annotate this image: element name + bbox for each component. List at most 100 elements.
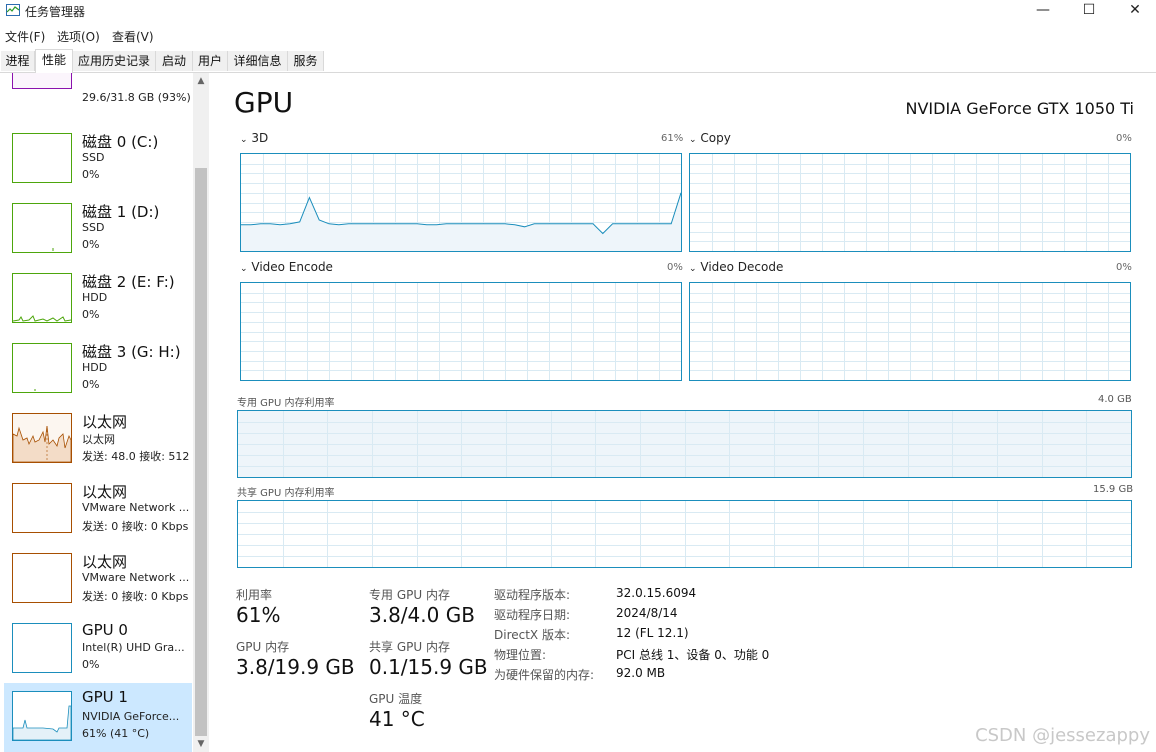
sidebar-scrollbar[interactable]: ▲ ▼ (193, 73, 209, 752)
sidebar-item-title: 磁盘 3 (G: H:) (82, 343, 181, 361)
close-button[interactable]: ✕ (1112, 0, 1156, 22)
chevron-down-icon: ⌄ (240, 135, 248, 145)
shared-memory-stat-label: 共享 GPU 内存 (369, 640, 450, 654)
window-title: 任务管理器 (25, 5, 86, 19)
scroll-up-arrow-icon[interactable]: ▲ (193, 73, 209, 89)
memory-thumbnail (12, 73, 72, 89)
sidebar-item-sub1: 以太网 (82, 433, 115, 446)
sidebar-item-ethernet-0[interactable]: 以太网 以太网 发送: 48.0 接收: 512 (4, 407, 192, 475)
utilization-label: 利用率 (236, 588, 273, 602)
shared-memory-stat-value: 0.1/15.9 GB (369, 655, 488, 679)
sidebar-item-ethernet-2[interactable]: 以太网 VMware Network ... 发送: 0 接收: 0 Kbps (4, 547, 192, 615)
dedicated-memory-label: 专用 GPU 内存利用率 (237, 398, 335, 409)
sidebar-item-sub2: 发送: 48.0 接收: 512 (82, 450, 190, 463)
chevron-down-icon: ⌄ (240, 264, 248, 274)
dedicated-memory-max: 4.0 GB (1098, 394, 1132, 405)
physical-location-label: 物理位置: (494, 648, 547, 662)
directx-version-value: 12 (FL 12.1) (616, 626, 689, 640)
chevron-down-icon: ⌄ (689, 264, 697, 274)
sidebar-item-title: 磁盘 1 (D:) (82, 203, 160, 221)
engine-copy-label[interactable]: ⌄ Copy (689, 131, 731, 145)
sidebar-item-sub2: 61% (41 °C) (82, 727, 150, 740)
sidebar-item-sub2: 0% (82, 238, 100, 251)
ethernet-thumbnail (12, 483, 72, 533)
scroll-thumb[interactable] (195, 168, 207, 736)
driver-version-label: 驱动程序版本: (494, 588, 571, 602)
engine-video-encode-label[interactable]: ⌄ Video Encode (240, 260, 333, 274)
sidebar-item-sub2: 发送: 0 接收: 0 Kbps (82, 590, 189, 603)
driver-date-label: 驱动程序日期: (494, 608, 571, 622)
tab-services[interactable]: 服务 (288, 51, 324, 71)
maximize-button[interactable]: ☐ (1066, 0, 1112, 22)
engine-name: Video Decode (700, 260, 784, 274)
sidebar-item-gpu-1[interactable]: GPU 1 NVIDIA GeForce... 61% (41 °C) (4, 683, 192, 752)
sidebar-item-sub1: 29.6/31.8 GB (93%) (82, 91, 191, 104)
tab-performance[interactable]: 性能 (35, 49, 73, 74)
engine-video-decode-pct: 0% (1116, 262, 1132, 273)
gpu-thumbnail (12, 691, 72, 741)
gpu-memory-value: 3.8/19.9 GB (236, 655, 355, 679)
utilization-value: 61% (236, 603, 281, 627)
sidebar-item-memory[interactable]: 29.6/31.8 GB (93%) (4, 73, 192, 104)
sidebar-item-sub1: VMware Network ... (82, 571, 190, 584)
dedicated-memory-stat-value: 3.8/4.0 GB (369, 603, 475, 627)
sidebar-item-gpu-0[interactable]: GPU 0 Intel(R) UHD Gra... 0% (4, 617, 192, 685)
dedicated-memory-stat-label: 专用 GPU 内存 (369, 588, 450, 602)
sidebar-item-disk-3[interactable]: 磁盘 3 (G: H:) HDD 0% (4, 337, 192, 405)
menu-bar: 文件(F) 选项(O) 查看(V) (0, 26, 1156, 46)
engine-copy-graph (689, 153, 1131, 252)
disk-thumbnail (12, 273, 72, 323)
engine-copy-pct: 0% (1116, 133, 1132, 144)
gpu-temperature-label: GPU 温度 (369, 692, 423, 706)
sidebar-item-disk-0[interactable]: 磁盘 0 (C:) SSD 0% (4, 127, 192, 195)
sidebar-item-title: GPU 0 (82, 621, 128, 639)
sidebar-item-title: GPU 1 (82, 688, 128, 706)
engine-3d-label[interactable]: ⌄ 3D (240, 131, 268, 145)
sidebar-item-sub1: NVIDIA GeForce... (82, 710, 180, 723)
engine-video-encode-pct: 0% (667, 262, 683, 273)
sidebar-item-sub2: 0% (82, 378, 100, 391)
tab-processes[interactable]: 进程 (1, 51, 35, 71)
disk-thumbnail (12, 203, 72, 253)
engine-name: Video Encode (251, 260, 333, 274)
menu-options[interactable]: 选项(O) (57, 28, 100, 45)
gpu-model-name: NVIDIA GeForce GTX 1050 Ti (905, 99, 1135, 118)
minimize-button[interactable]: — (1020, 0, 1066, 22)
sidebar-item-sub2: 0% (82, 308, 100, 321)
sidebar-item-sub1: SSD (82, 221, 105, 234)
sidebar-item-sub1: SSD (82, 151, 105, 164)
watermark: CSDN @jessezappy (975, 725, 1150, 746)
sidebar-item-title: 以太网 (82, 553, 128, 571)
sidebar-item-sub2: 0% (82, 168, 100, 181)
gpu-thumbnail (12, 623, 72, 673)
chevron-down-icon: ⌄ (689, 135, 697, 145)
gpu-memory-label: GPU 内存 (236, 640, 290, 654)
tab-startup[interactable]: 启动 (156, 51, 193, 71)
physical-location-value: PCI 总线 1、设备 0、功能 0 (616, 648, 770, 662)
sidebar-item-sub1: HDD (82, 361, 108, 374)
title-bar: 任务管理器 — ☐ ✕ (0, 0, 1156, 22)
tab-app-history[interactable]: 应用历史记录 (73, 51, 156, 71)
shared-memory-label: 共享 GPU 内存利用率 (237, 488, 335, 499)
disk-thumbnail (12, 133, 72, 183)
gpu-temperature-value: 41 °C (369, 707, 425, 731)
tab-details[interactable]: 详细信息 (228, 51, 288, 71)
engine-3d-pct: 61% (661, 133, 684, 144)
shared-memory-max: 15.9 GB (1093, 484, 1134, 495)
menu-file[interactable]: 文件(F) (5, 28, 45, 45)
driver-version-value: 32.0.15.6094 (616, 586, 697, 600)
dedicated-memory-graph (237, 410, 1132, 478)
tab-users[interactable]: 用户 (193, 51, 228, 71)
sidebar-item-disk-1[interactable]: 磁盘 1 (D:) SSD 0% (4, 197, 192, 265)
sidebar-item-disk-2[interactable]: 磁盘 2 (E: F:) HDD 0% (4, 267, 192, 335)
sidebar-item-ethernet-1[interactable]: 以太网 VMware Network ... 发送: 0 接收: 0 Kbps (4, 477, 192, 545)
menu-view[interactable]: 查看(V) (112, 28, 154, 45)
reserved-memory-value: 92.0 MB (616, 666, 666, 680)
engine-video-decode-label[interactable]: ⌄ Video Decode (689, 260, 783, 274)
sidebar-item-sub2: 0% (82, 658, 100, 671)
page-title: GPU (234, 86, 294, 119)
sidebar: 29.6/31.8 GB (93%) 磁盘 0 (C:) SSD 0% 磁盘 1… (0, 73, 210, 752)
sidebar-item-sub2: 发送: 0 接收: 0 Kbps (82, 520, 189, 533)
engine-name: 3D (251, 131, 269, 145)
scroll-down-arrow-icon[interactable]: ▼ (193, 736, 209, 752)
